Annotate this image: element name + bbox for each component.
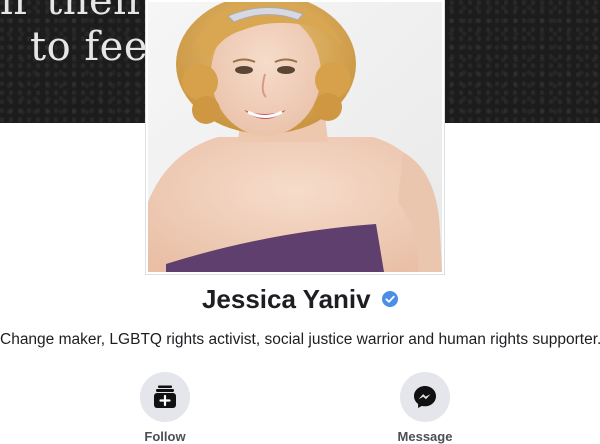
profile-bio: Change maker, LGBTQ rights activist, soc…	[0, 331, 600, 348]
message-button-circle[interactable]	[400, 372, 450, 422]
follow-icon	[154, 385, 176, 408]
profile-name: Jessica Yaniv	[201, 284, 371, 314]
follow-button-circle[interactable]	[140, 372, 190, 422]
follow-button[interactable]: Follow	[125, 372, 205, 444]
message-button[interactable]: Message	[385, 372, 465, 444]
profile-picture-image	[148, 2, 442, 272]
profile-name-row: Jessica Yaniv	[0, 284, 600, 315]
profile-picture[interactable]	[146, 0, 444, 274]
verified-badge-icon	[382, 290, 399, 307]
messenger-icon	[414, 386, 436, 408]
